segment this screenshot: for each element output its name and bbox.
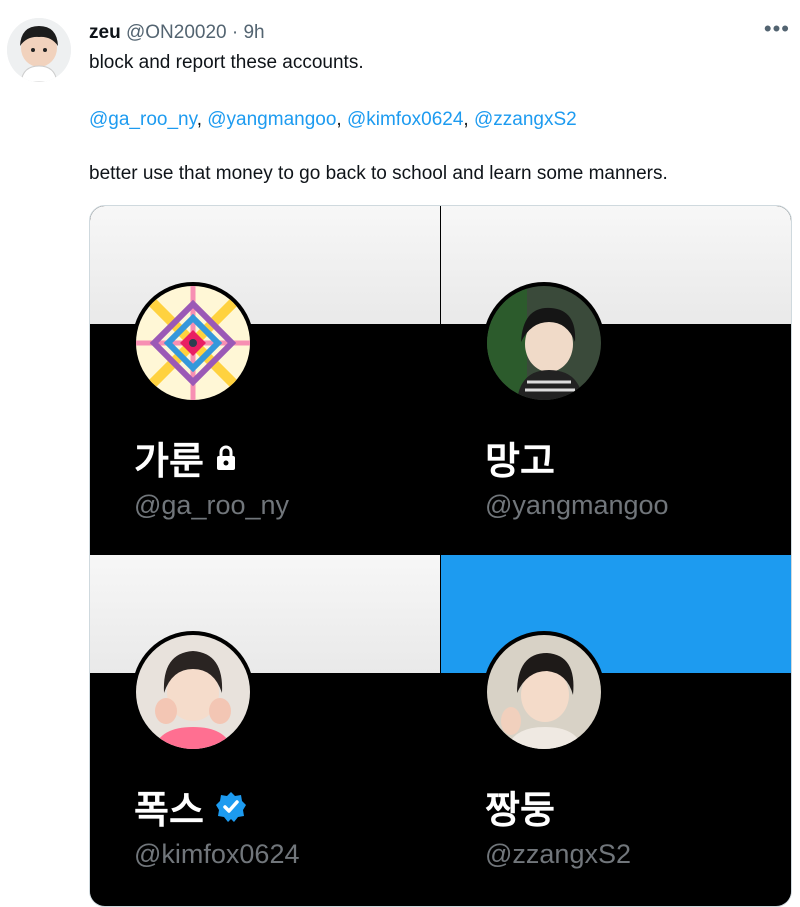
- mention-link[interactable]: @kimfox0624: [347, 109, 463, 130]
- tweet-text-line-3: better use that money to go back to scho…: [89, 163, 668, 184]
- profile-display-name: 폭스: [134, 779, 248, 834]
- profile-username: @ga_roo_ny: [134, 490, 290, 520]
- avatar-image: [487, 635, 601, 749]
- profile-avatar: [132, 631, 254, 753]
- profile-display-name: 짱둥: [485, 779, 555, 834]
- verified-icon: [215, 791, 246, 822]
- profile-card: 가룬 @ga_roo_ny: [90, 206, 440, 554]
- profile-avatar: [483, 282, 605, 404]
- profile-banner: [90, 206, 440, 324]
- mention-separator: ,: [336, 109, 347, 130]
- profile-card: 짱둥 @zzangxS2: [441, 555, 791, 903]
- avatar-image: [136, 635, 250, 749]
- profile-avatar: [483, 631, 605, 753]
- separator-dot: ·: [231, 22, 239, 43]
- mention-link[interactable]: @zzangxS2: [474, 109, 577, 130]
- tweet-avatar[interactable]: [7, 18, 71, 82]
- display-name-text: 폭스: [134, 788, 204, 832]
- display-name-text: 망고: [485, 439, 555, 483]
- avatar-image: [136, 286, 250, 400]
- avatar-image: [487, 286, 601, 400]
- tweet-header: zeu @ON20020 · 9h: [89, 21, 265, 45]
- more-options-icon[interactable]: •••: [764, 18, 790, 40]
- profile-display-name: 가룬: [134, 430, 238, 485]
- profile-display-name: 망고: [485, 430, 555, 485]
- avatar-image: [7, 18, 71, 82]
- profile-card: 망고 @yangmangoo: [441, 206, 791, 554]
- tweet-time[interactable]: 9h: [243, 22, 264, 43]
- mention-separator: ,: [463, 109, 474, 130]
- profile-username: @yangmangoo: [485, 490, 669, 520]
- display-name-text: 짱둥: [485, 788, 555, 832]
- mention-link[interactable]: @ga_roo_ny: [89, 109, 197, 130]
- tweet-mentions: @ga_roo_ny, @yangmangoo, @kimfox0624, @z…: [89, 108, 577, 132]
- mention-link[interactable]: @yangmangoo: [207, 109, 336, 130]
- author-handle[interactable]: @ON20020: [126, 22, 227, 43]
- tweet-media-image[interactable]: 가룬 @ga_roo_ny 망고 @yangmangoo 폭스 @kimfox0…: [89, 205, 792, 907]
- tweet-text-line-1: block and report these accounts.: [89, 52, 364, 73]
- profile-avatar: [132, 282, 254, 404]
- mention-separator: ,: [196, 109, 208, 130]
- profile-banner: [441, 555, 791, 673]
- profile-username: @kimfox0624: [134, 839, 300, 869]
- profile-card: 폭스 @kimfox0624: [90, 555, 440, 903]
- lock-icon: [216, 445, 235, 470]
- display-name-text: 가룬: [134, 439, 204, 483]
- profile-banner: [441, 206, 791, 324]
- profile-banner: [90, 555, 440, 673]
- author-name[interactable]: zeu: [89, 22, 121, 43]
- profile-username: @zzangxS2: [485, 839, 631, 869]
